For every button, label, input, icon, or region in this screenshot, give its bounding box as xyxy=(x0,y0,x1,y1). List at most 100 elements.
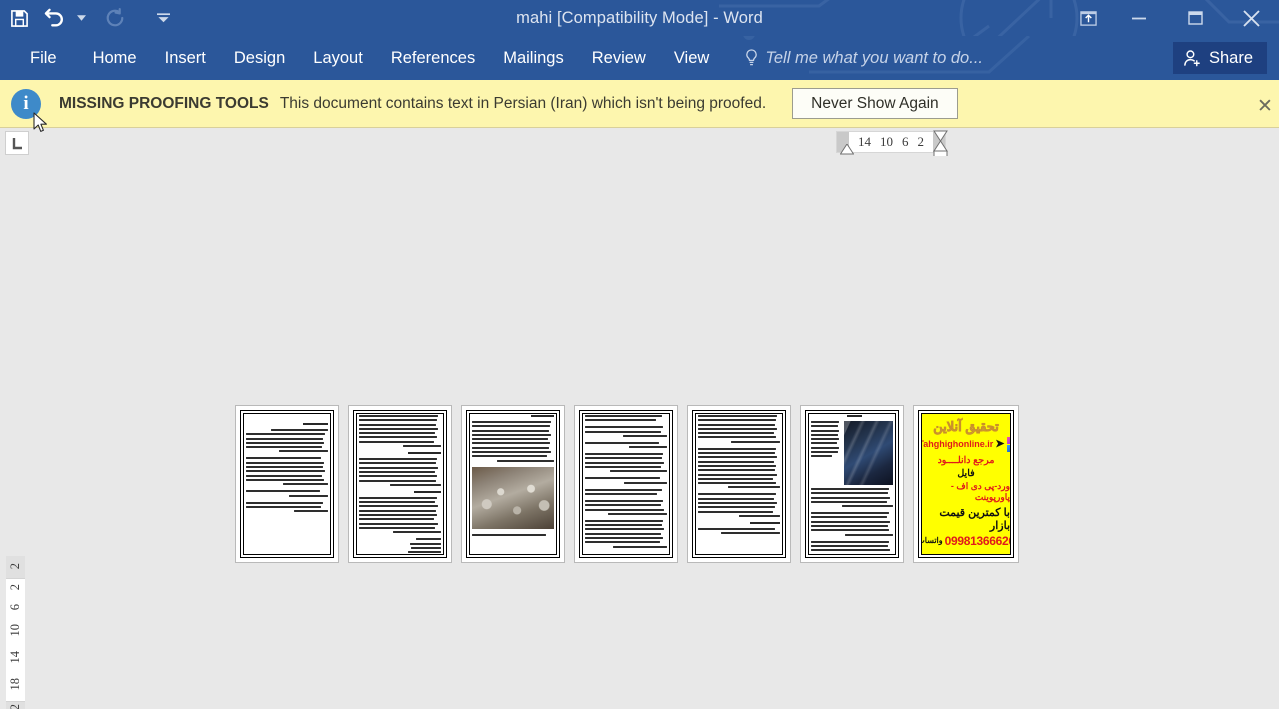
tab-file-label: File xyxy=(30,48,57,67)
close-button[interactable] xyxy=(1223,0,1279,36)
hruler-num-10: 10 xyxy=(880,134,893,149)
vruler-num-5: 18 xyxy=(8,677,22,691)
page-thumbnail-2[interactable] xyxy=(348,405,452,563)
page-content-5 xyxy=(698,415,780,553)
tab-layout[interactable]: Layout xyxy=(299,36,377,80)
ad-whatsapp-label: واتساپ xyxy=(922,536,943,546)
restore-icon xyxy=(1187,10,1203,25)
tab-mailings-label: Mailings xyxy=(503,48,564,67)
ad-line-download-source: مرجع دانلــــود xyxy=(937,454,995,466)
save-icon xyxy=(10,9,28,27)
vruler-num-4: 14 xyxy=(8,651,22,664)
lightbulb-icon xyxy=(746,49,758,66)
ad-brand-title: تحقیق آنلاین xyxy=(933,419,999,434)
vruler-num-3: 10 xyxy=(8,624,22,637)
page-border-5 xyxy=(692,410,786,558)
page-thumbnails: تحقیق آنلاین Tahghighonline.ir ➤ مرجع دا… xyxy=(235,405,1019,563)
tab-stop-selector[interactable] xyxy=(5,131,29,155)
undo-button[interactable] xyxy=(38,3,72,33)
customize-quick-access-button[interactable] xyxy=(148,3,178,33)
vertical-ruler-band: 2 2 6 10 14 18 22 xyxy=(0,156,30,709)
message-bar: i MISSING PROOFING TOOLS This document c… xyxy=(0,80,1279,128)
tab-home-label: Home xyxy=(92,48,137,67)
minimize-button[interactable] xyxy=(1111,0,1167,36)
page-thumbnail-1[interactable] xyxy=(235,405,339,563)
page-border-4 xyxy=(579,410,673,558)
ad-website-url: Tahghighonline.ir xyxy=(922,439,994,450)
tab-design[interactable]: Design xyxy=(220,36,299,80)
ribbon-display-options-button[interactable] xyxy=(1065,0,1111,36)
restore-button[interactable] xyxy=(1167,0,1223,36)
ad-line-price: با کمترین قیمت بازار xyxy=(939,506,1010,532)
redo-button[interactable] xyxy=(96,3,134,33)
share-button[interactable]: Share xyxy=(1172,42,1267,74)
page-3-image-fish-shells xyxy=(472,466,554,529)
info-icon: i xyxy=(11,88,41,119)
chevron-down-icon xyxy=(76,15,86,21)
tab-references[interactable]: References xyxy=(377,36,489,80)
vruler-num-6: 22 xyxy=(8,704,23,709)
never-show-again-button[interactable]: Never Show Again xyxy=(792,88,958,119)
tab-mailings[interactable]: Mailings xyxy=(489,36,578,80)
ad-line-formats: ورد-پی دی اف - پاورپوینت xyxy=(950,480,1010,502)
arrow-left-icon: ➤ xyxy=(995,437,1005,450)
hruler-num-2: 2 xyxy=(917,134,925,149)
vruler-num-0: 2 xyxy=(8,563,22,570)
vertical-ruler-numbers: 2 2 6 10 14 18 22 xyxy=(6,556,25,709)
title-bar: mahi [Compatibility Mode] - Word xyxy=(0,0,1279,36)
window-controls xyxy=(1065,0,1279,36)
first-line-indent-marker[interactable] xyxy=(840,144,854,155)
page-thumbnail-4[interactable] xyxy=(574,405,678,563)
page-thumbnail-3[interactable] xyxy=(461,405,565,563)
message-bar-title: MISSING PROOFING TOOLS xyxy=(59,94,269,112)
vruler-num-2: 6 xyxy=(8,603,22,611)
tab-layout-label: Layout xyxy=(313,48,363,67)
chevron-down-icon xyxy=(156,13,170,23)
tab-file[interactable]: File xyxy=(0,36,79,80)
tab-view[interactable]: View xyxy=(660,36,723,80)
page-border-6 xyxy=(805,410,899,558)
page-content-7: تحقیق آنلاین Tahghighonline.ir ➤ مرجع دا… xyxy=(922,414,1010,554)
ad-website-row: Tahghighonline.ir ➤ xyxy=(922,436,1010,452)
ribbon-tab-bar: File Home Insert Design Layout Reference… xyxy=(0,36,1279,80)
tab-review[interactable]: Review xyxy=(578,36,660,80)
page-thumbnail-5[interactable] xyxy=(687,405,791,563)
hruler-num-6: 6 xyxy=(902,134,909,149)
message-bar-close-icon[interactable]: ✕ xyxy=(1254,95,1276,117)
horizontal-ruler-numbers: 14 10 6 2 xyxy=(858,134,924,150)
tab-references-label: References xyxy=(390,48,476,67)
tab-view-label: View xyxy=(673,48,710,67)
page-thumbnail-7[interactable]: تحقیق آنلاین Tahghighonline.ir ➤ مرجع دا… xyxy=(913,405,1019,563)
page-border-2 xyxy=(353,410,447,558)
save-button[interactable] xyxy=(0,3,38,33)
advertisement-block: تحقیق آنلاین Tahghighonline.ir ➤ مرجع دا… xyxy=(922,414,1010,554)
vruler-num-1: 2 xyxy=(8,583,22,590)
page-content-2 xyxy=(359,415,441,553)
person-add-icon xyxy=(1184,49,1200,66)
tab-insert[interactable]: Insert xyxy=(151,36,220,80)
ribbon-tabs: File Home Insert Design Layout Reference… xyxy=(0,36,983,80)
page-content-6 xyxy=(811,415,893,553)
close-icon xyxy=(1242,9,1260,27)
page-thumbnail-6[interactable] xyxy=(800,405,904,563)
left-tab-stop-icon xyxy=(12,137,22,149)
redo-icon xyxy=(106,8,124,27)
page-content-3 xyxy=(472,415,554,553)
share-label: Share xyxy=(1208,48,1253,67)
app-icon-1 xyxy=(1006,436,1010,444)
tab-insert-label: Insert xyxy=(164,48,206,67)
message-bar-text: This document contains text in Persian (… xyxy=(279,94,767,112)
quick-access-toolbar xyxy=(0,0,178,36)
app-icon-2 xyxy=(1006,444,1010,452)
page-border-3 xyxy=(466,410,560,558)
tab-design-label: Design xyxy=(233,48,286,67)
tell-me-search[interactable]: Tell me what you want to do... xyxy=(745,49,983,68)
tab-home[interactable]: Home xyxy=(79,36,151,80)
ribbon-options-icon xyxy=(1079,10,1097,26)
tab-review-label: Review xyxy=(591,48,646,67)
page-content-4 xyxy=(585,415,667,553)
undo-dropdown[interactable] xyxy=(72,3,90,33)
ad-phone-number: 09981366626 xyxy=(944,533,1010,548)
vertical-ruler[interactable]: 2 2 6 10 14 18 22 xyxy=(6,556,25,709)
tell-me-placeholder: Tell me what you want to do... xyxy=(765,48,983,67)
